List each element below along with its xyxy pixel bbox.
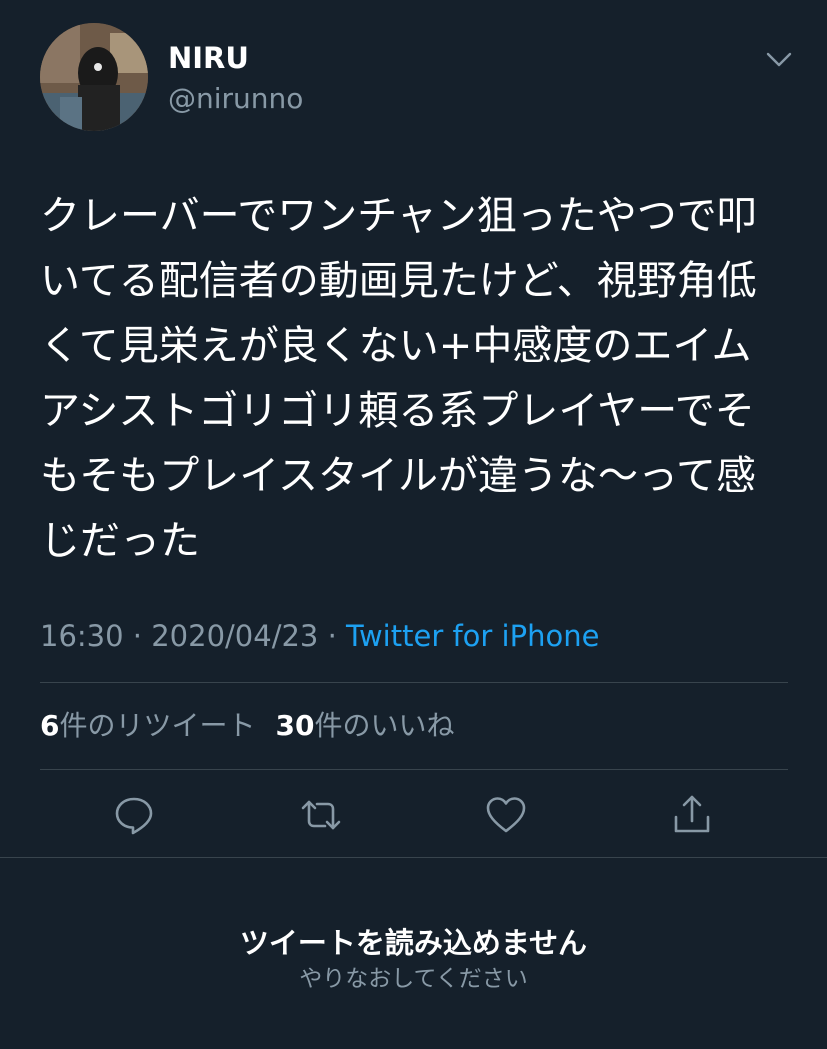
tweet-source-link[interactable]: Twitter for iPhone [346, 619, 599, 653]
tweet-text: クレーバーでワンチャン狙ったやつで叩いてる配信者の動画見たけど、視野角低くて見栄… [40, 193, 757, 564]
like-label: 件のいいね [314, 709, 455, 742]
chevron-down-icon[interactable] [762, 44, 796, 74]
retweet-count: 6 [40, 709, 60, 742]
avatar-image [40, 23, 148, 131]
divider [40, 769, 788, 770]
tweet-time: 16:30 [40, 619, 124, 653]
divider [40, 682, 788, 683]
display-name[interactable]: NIRU [168, 38, 249, 78]
tweet-meta: 16:30 · 2020/04/23 · Twitter for iPhone [40, 614, 599, 658]
retweet-icon[interactable] [299, 793, 343, 837]
tweet-stats: 6件のリツイート 30件のいいね [40, 704, 454, 748]
retry-link[interactable]: やりなおしてください [0, 962, 827, 996]
reply-icon[interactable] [112, 793, 156, 837]
retweet-label: 件のリツイート [59, 709, 256, 742]
divider [0, 857, 827, 858]
tweet-date: 2020/04/23 [151, 619, 319, 653]
meta-separator: · [123, 619, 152, 653]
like-count: 30 [275, 709, 315, 742]
meta-separator: · [318, 619, 347, 653]
share-icon[interactable] [670, 793, 714, 837]
like-stat[interactable]: 30件のいいね [276, 709, 455, 742]
retweet-stat[interactable]: 6件のリツイート [40, 709, 256, 742]
user-handle[interactable]: @nirunno [168, 80, 303, 118]
heart-icon[interactable] [484, 793, 528, 837]
avatar[interactable] [40, 23, 148, 131]
error-title: ツイートを読み込めません [239, 926, 588, 960]
